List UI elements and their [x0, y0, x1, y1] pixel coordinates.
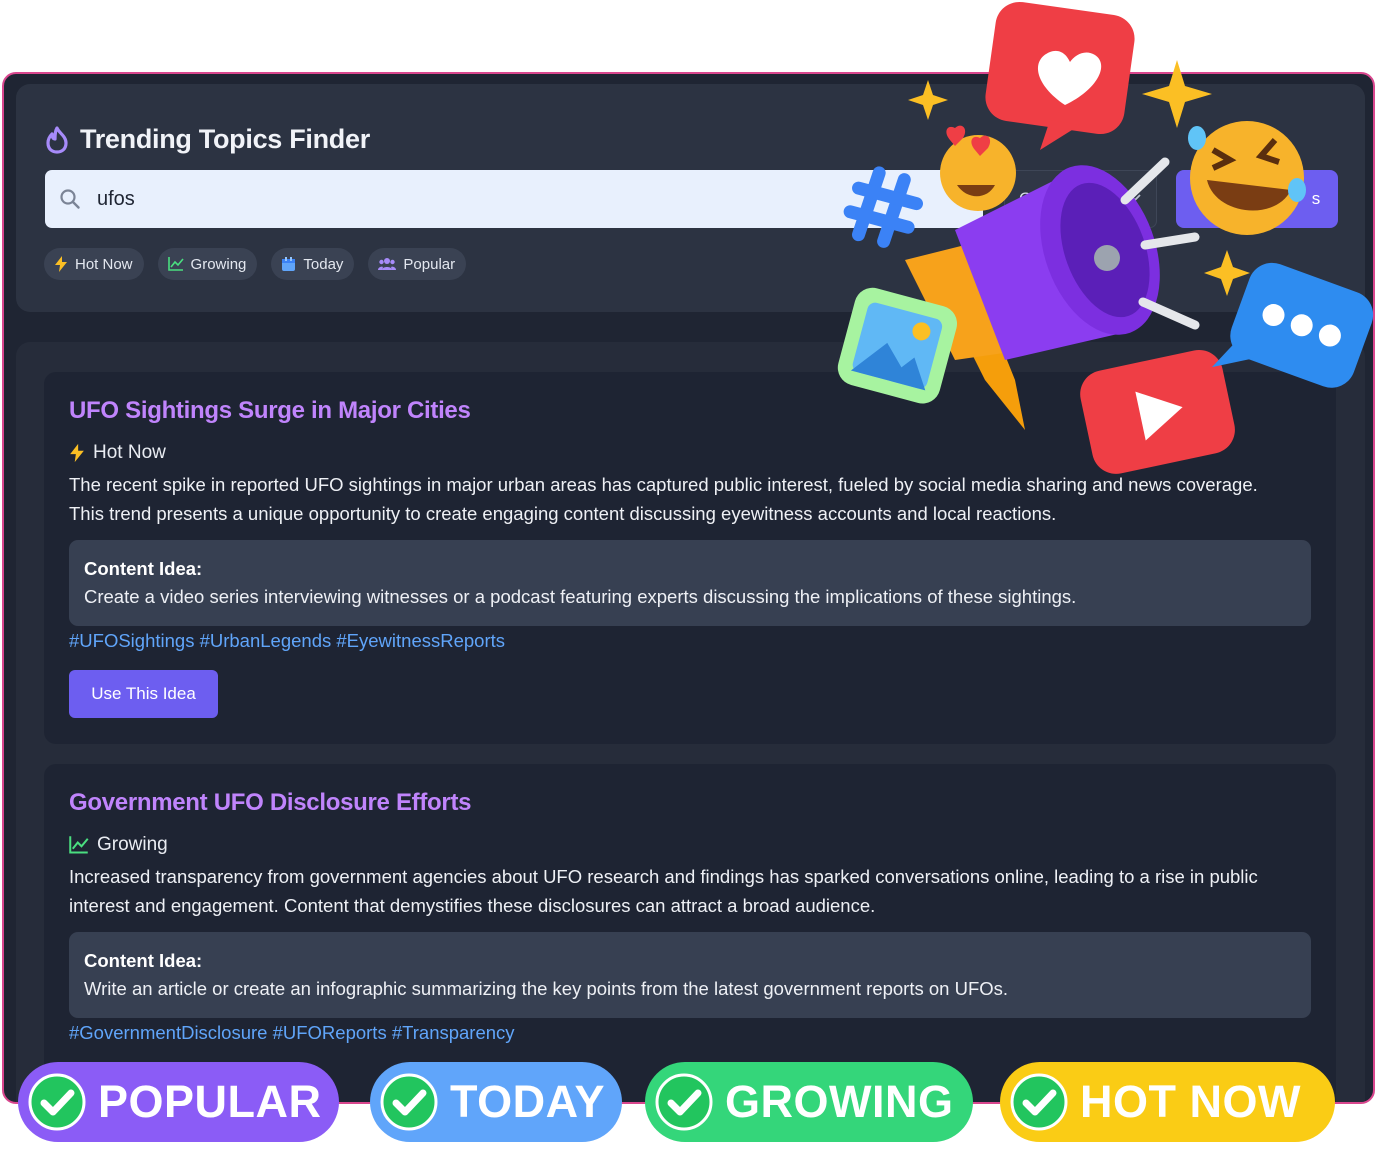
filter-chip-popular[interactable]: Popular [368, 248, 467, 280]
title-row: Trending Topics Finder [44, 124, 370, 155]
content-idea-box: Content Idea: Write an article or create… [69, 932, 1311, 1018]
trend-label: Hot Now [93, 442, 166, 463]
content-idea-text: Create a video series interviewing witne… [84, 586, 1077, 607]
badge-popular: POPULAR [18, 1062, 339, 1142]
search-box[interactable] [45, 170, 983, 228]
content-idea-box: Content Idea: Create a video series inte… [69, 540, 1311, 626]
result-card: Government UFO Disclosure Efforts Growin… [44, 764, 1336, 1102]
chevron-down-icon [1129, 194, 1141, 202]
filter-chip-label: Today [303, 255, 344, 273]
results-panel: UFO Sightings Surge in Major Cities Hot … [16, 342, 1365, 1102]
trend-chart-icon [69, 836, 89, 854]
hashtags: #UFOSightings #UrbanLegends #EyewitnessR… [69, 630, 506, 651]
filter-chips: Hot Now Growing Today Popular [44, 248, 467, 280]
filter-chip-label: Growing [190, 255, 247, 273]
category-select-label: C [1019, 189, 1032, 208]
hashtags: #GovernmentDisclosure #UFOReports #Trans… [69, 1022, 515, 1043]
content-idea-text: Write an article or create an infographi… [84, 978, 1009, 999]
trend-chart-icon [167, 257, 184, 271]
badge-label: HOT NOW [1080, 1076, 1301, 1127]
result-title: Government UFO Disclosure Efforts [69, 789, 472, 816]
badge-label: POPULAR [98, 1076, 322, 1127]
lightning-icon [70, 443, 84, 463]
app-title: Trending Topics Finder [80, 124, 370, 154]
filter-chip-growing[interactable]: Growing [157, 248, 258, 280]
use-this-idea-button[interactable]: Use This Idea [69, 670, 218, 718]
badge-hot-now: HOT NOW [1000, 1062, 1335, 1142]
filter-chip-label: Popular [403, 255, 456, 273]
search-button[interactable]: s [1176, 170, 1338, 228]
badge-growing: GROWING [645, 1062, 973, 1142]
category-select[interactable]: C [1004, 170, 1157, 228]
content-idea-label: Content Idea: [84, 558, 203, 579]
app-window: Trending Topics Finder C s Hot Now [2, 72, 1375, 1104]
check-circle-icon [28, 1073, 86, 1131]
trend-indicator: Hot Now [69, 442, 166, 464]
calendar-icon [282, 256, 296, 271]
badge-label: GROWING [725, 1076, 954, 1127]
users-icon [378, 258, 397, 270]
result-card: UFO Sightings Surge in Major Cities Hot … [44, 372, 1336, 744]
filter-chip-today[interactable]: Today [271, 248, 355, 280]
content-idea-label: Content Idea: [84, 950, 203, 971]
result-description: Increased transparency from government a… [69, 866, 1258, 916]
trend-label: Growing [97, 834, 168, 855]
check-circle-icon [1010, 1073, 1068, 1131]
filter-chip-label: Hot Now [75, 255, 133, 273]
badge-label: TODAY [450, 1076, 606, 1127]
result-description: The recent spike in reported UFO sightin… [69, 474, 1258, 524]
result-title: UFO Sightings Surge in Major Cities [69, 397, 471, 424]
check-circle-icon [655, 1073, 713, 1131]
flame-icon [46, 125, 68, 154]
badge-today: TODAY [370, 1062, 622, 1142]
check-circle-icon [380, 1073, 438, 1131]
search-input[interactable] [95, 186, 899, 212]
search-button-label: s [1311, 189, 1321, 208]
search-icon [60, 189, 80, 209]
lightning-icon [55, 256, 67, 272]
trend-indicator: Growing [69, 834, 168, 856]
filter-chip-hot-now[interactable]: Hot Now [44, 248, 144, 280]
search-panel: Trending Topics Finder C s Hot Now [16, 84, 1365, 312]
